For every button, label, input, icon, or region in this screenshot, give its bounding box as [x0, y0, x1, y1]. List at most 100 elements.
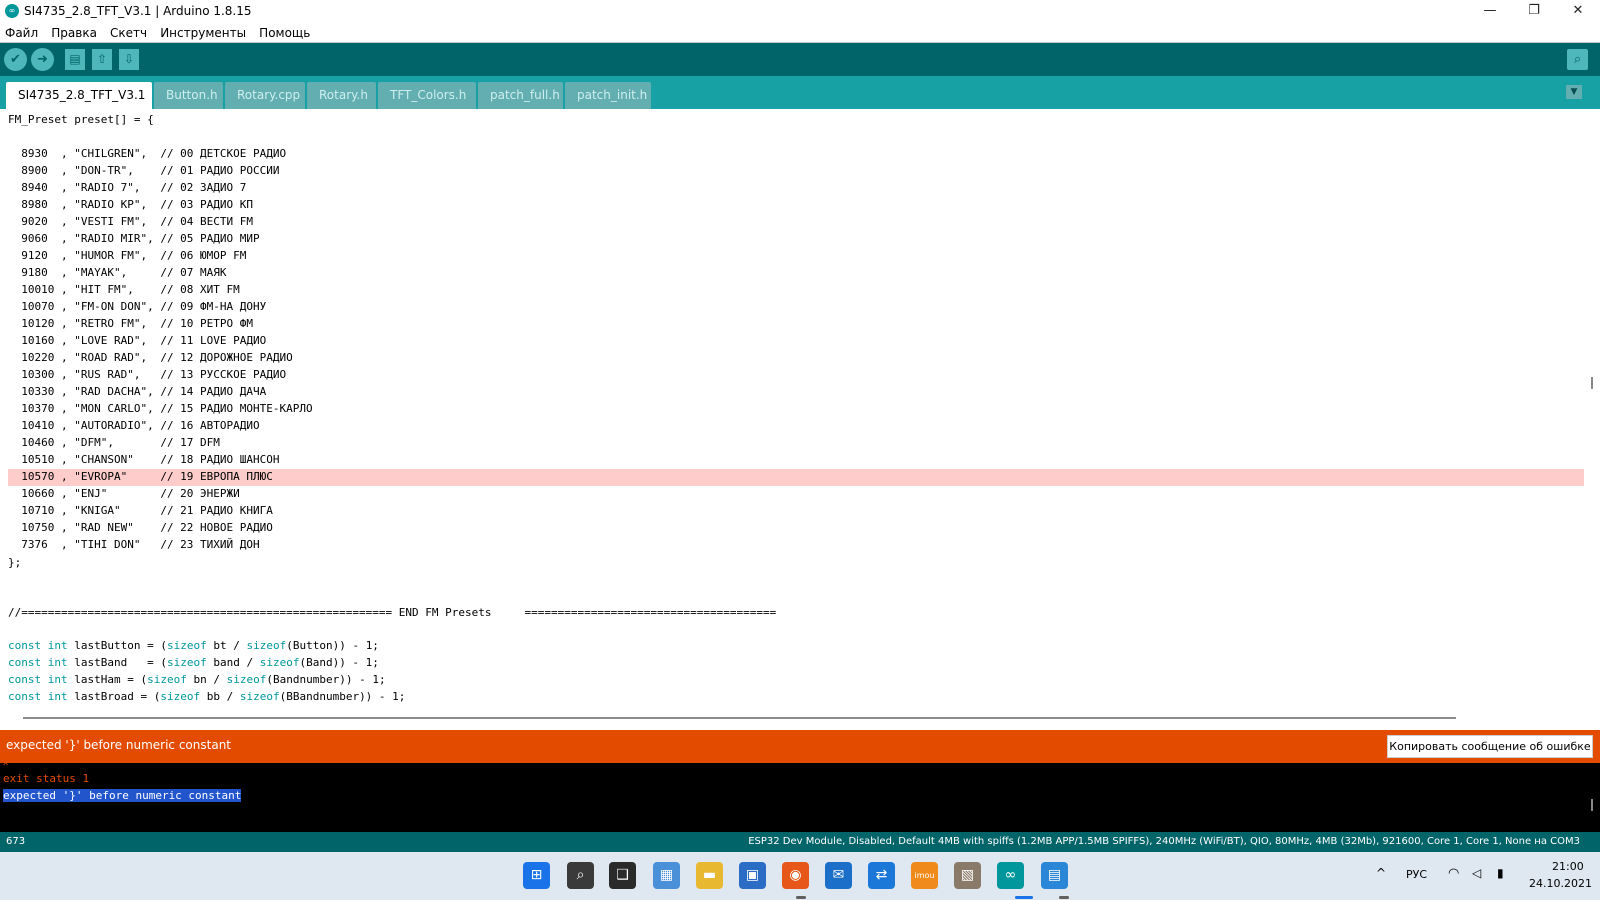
tab-patch-init-h[interactable]: patch_init.h: [565, 82, 651, 109]
code-text: bt /: [206, 639, 247, 652]
code-text: band /: [206, 656, 260, 669]
arduino-icon[interactable]: ∞: [997, 862, 1024, 889]
tab-rotary-h[interactable]: Rotary.h: [307, 82, 376, 109]
code-line: 10330 , "RAD DACHA", // 14 РАДИО ДАЧА: [8, 385, 267, 398]
code-line: 10120 , "RETRO FM", // 10 РЕТРО ФМ: [8, 317, 254, 330]
minimize-button[interactable]: —: [1468, 0, 1512, 22]
code-line: 7376 , "TIHI DON" // 23 ТИХИЙ ДОН: [8, 538, 260, 551]
editor-horizontal-scrollbar[interactable]: [23, 717, 1456, 719]
console-error-selected[interactable]: expected '}' before numeric constant: [3, 789, 242, 802]
code-line: 9180 , "MAYAK", // 07 МАЯК: [8, 266, 227, 279]
code-keyword: int: [47, 639, 68, 652]
code-text: bb /: [200, 690, 240, 703]
file-explorer-icon[interactable]: ▬: [696, 862, 723, 889]
notepad-icon[interactable]: ▤: [1041, 862, 1068, 889]
search-icon[interactable]: ⌕: [567, 862, 594, 889]
code-line: 10010 , "HIT FM", // 08 ХИТ FM: [8, 283, 240, 296]
code-line: 10570 , "EVROPA" // 19 ЕВРОПА ПЛЮС: [8, 470, 273, 483]
tab-menu-dropdown[interactable]: ▼: [1566, 85, 1582, 99]
taskbar-running-indicator: [1059, 896, 1069, 899]
code-keyword: sizeof: [166, 656, 207, 669]
taskbar-active-indicator: [1015, 896, 1033, 899]
code-keyword: sizeof: [239, 690, 280, 703]
menu-file[interactable]: Файл: [5, 23, 38, 43]
teamviewer-icon[interactable]: ⇄: [868, 862, 895, 889]
menu-bar: Файл Правка Скетч Инструменты Помощь: [0, 22, 1600, 43]
language-indicator[interactable]: РУС: [1406, 868, 1427, 881]
window-title: SI4735_2.8_TFT_V3.1 | Arduino 1.8.15: [24, 4, 252, 18]
open-sketch-button[interactable]: ⇧: [92, 49, 112, 70]
tab-main-sketch[interactable]: SI4735_2.8_TFT_V3.1: [6, 82, 152, 109]
code-text: (BBandnumber)) - 1;: [279, 690, 406, 703]
menu-help[interactable]: Помощь: [259, 23, 310, 43]
code-line: const int lastHam = (sizeof bn / sizeof(…: [8, 671, 386, 688]
code-keyword: sizeof: [160, 690, 201, 703]
code-line: 8980 , "RADIO KP", // 03 РАДИО КП: [8, 198, 254, 211]
menu-tools[interactable]: Инструменты: [160, 23, 246, 43]
code-text: lastBand = (: [67, 656, 167, 669]
code-keyword: int: [47, 656, 68, 669]
code-text: bn /: [186, 673, 227, 686]
menu-edit[interactable]: Правка: [51, 23, 97, 43]
code-text: lastBroad = (: [67, 690, 161, 703]
firefox-icon[interactable]: ◉: [782, 862, 809, 889]
toolbar: ✔ ➜ ▤ ⇧ ⇩ ⌕: [0, 43, 1600, 76]
tab-tft-colors-h[interactable]: TFT_Colors.h: [378, 82, 476, 109]
code-line: //======================================…: [8, 606, 777, 619]
code-keyword: sizeof: [246, 639, 287, 652]
taskbar-running-indicator: [796, 896, 806, 899]
console-exit-status: exit status 1: [3, 772, 90, 785]
volume-icon[interactable]: ◁: [1472, 866, 1481, 880]
code-keyword: int: [47, 690, 68, 703]
code-keyword: const: [8, 690, 42, 703]
network-app-icon[interactable]: ▧: [954, 862, 981, 889]
code-line: 8900 , "DON-TR", // 01 РАДИО РОССИИ: [8, 164, 280, 177]
code-line: 10750 , "RAD NEW" // 22 НОВОЕ РАДИО: [8, 521, 273, 534]
wifi-icon[interactable]: ◠: [1448, 866, 1459, 881]
code-line: 10710 , "KNIGA" // 21 РАДИО КНИГА: [8, 504, 273, 517]
taskbar: ⊞ ⌕ ❑ ▦ ▬ ▣ ◉ ✉ ⇄ imou ▧ ∞ ▤ ^ РУС ◠ ◁ ▮ 21:00 24.10…: [0, 852, 1600, 900]
editor-scrollbar[interactable]: [1591, 377, 1593, 389]
clock-time[interactable]: 21:00: [1552, 860, 1584, 873]
mail-icon[interactable]: ✉: [825, 862, 852, 889]
serial-monitor-button[interactable]: ⌕: [1567, 49, 1588, 70]
code-text: (Band)) - 1;: [299, 656, 379, 669]
code-line: 8930 , "CHILGREN", // 00 ДЕТСКОЕ РАДИО: [8, 147, 287, 160]
tray-chevron-icon[interactable]: ^: [1376, 866, 1386, 880]
task-view-icon[interactable]: ❑: [609, 862, 636, 889]
code-text: lastHam = (: [67, 673, 148, 686]
code-text: (Bandnumber)) - 1;: [266, 673, 386, 686]
code-line: 10300 , "RUS RAD", // 13 РУССКОЕ РАДИО: [8, 368, 287, 381]
clock-date[interactable]: 24.10.2021: [1529, 877, 1592, 890]
code-keyword: int: [47, 673, 68, 686]
save-sketch-button[interactable]: ⇩: [119, 49, 139, 70]
close-button[interactable]: ✕: [1556, 0, 1600, 22]
start-icon[interactable]: ⊞: [523, 862, 550, 889]
code-keyword: const: [8, 656, 42, 669]
code-line: 9120 , "HUMOR FM", // 06 ЮМОР FM: [8, 249, 247, 262]
verify-button[interactable]: ✔: [4, 48, 27, 71]
code-editor[interactable]: FM_Preset preset[] = { 8930 , "CHILGREN"…: [0, 109, 1600, 720]
code-line: 9060 , "RADIO MIR", // 05 РАДИО МИР: [8, 232, 260, 245]
code-keyword: const: [8, 639, 42, 652]
widgets-icon[interactable]: ▦: [653, 862, 680, 889]
tab-button-h[interactable]: Button.h: [154, 82, 223, 109]
arduino-logo-icon: ∞: [5, 4, 19, 18]
tab-patch-full-h[interactable]: patch_full.h: [478, 82, 563, 109]
code-line: 8940 , "RADIO 7", // 02 ЗАДИО 7: [8, 181, 247, 194]
store-icon[interactable]: ▣: [739, 862, 766, 889]
new-sketch-button[interactable]: ▤: [65, 49, 85, 70]
error-bar: expected '}' before numeric constant Коп…: [0, 730, 1600, 763]
output-console[interactable]: ^ exit status 1 expected '}' before nume…: [0, 763, 1600, 832]
restore-button[interactable]: ❐: [1512, 0, 1556, 22]
console-scrollbar[interactable]: [1591, 799, 1593, 811]
menu-sketch[interactable]: Скетч: [110, 23, 147, 43]
copy-error-button[interactable]: Копировать сообщение об ошибке: [1387, 735, 1593, 758]
code-line: 10510 , "CHANSON" // 18 РАДИО ШАНСОН: [8, 453, 280, 466]
tab-rotary-cpp[interactable]: Rotary.cpp: [225, 82, 305, 109]
imou-icon[interactable]: imou: [911, 862, 938, 889]
battery-icon[interactable]: ▮: [1497, 866, 1504, 880]
upload-button[interactable]: ➜: [31, 48, 54, 71]
